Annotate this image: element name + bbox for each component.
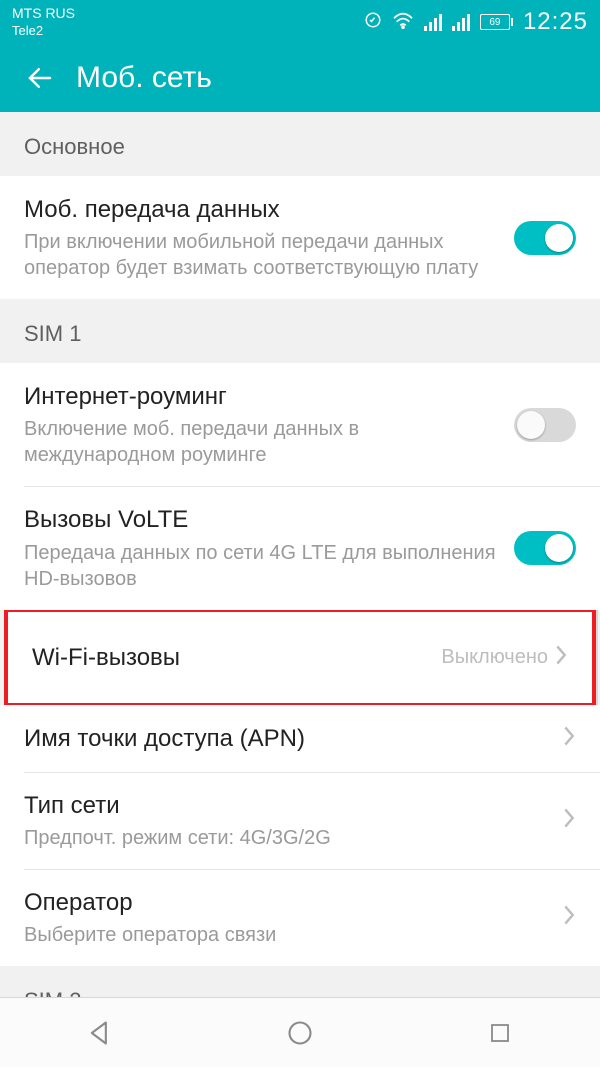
clock-text: 12:25: [523, 8, 588, 36]
section-header-main: Основное: [0, 112, 600, 176]
row-subtitle: Предпочт. режим сети: 4G/3G/2G: [24, 825, 548, 851]
signal-bars-1-icon: [424, 13, 442, 31]
row-title: Wi-Fi-вызовы: [32, 642, 427, 673]
chevron-right-icon: [554, 644, 568, 671]
wifi-icon: [392, 11, 414, 34]
mobile-data-toggle[interactable]: [514, 221, 576, 255]
system-nav-bar: [0, 997, 600, 1067]
carrier-1: MTS RUS: [12, 5, 75, 21]
row-title: Тип сети: [24, 790, 548, 821]
row-roaming[interactable]: Интернет-роуминг Включение моб. передачи…: [0, 363, 600, 486]
row-wifi-calling[interactable]: Wi-Fi-вызовы Выключено: [8, 612, 592, 703]
row-apn[interactable]: Имя точки доступа (APN): [0, 705, 600, 772]
row-title: Оператор: [24, 887, 548, 918]
nav-recents-button[interactable]: [482, 1015, 518, 1051]
highlight-annotation: Wi-Fi-вызовы Выключено: [4, 608, 596, 707]
row-subtitle: Включение моб. передачи данных в междуна…: [24, 416, 500, 468]
status-bar: MTS RUS Tele2 69 12:25: [0, 0, 600, 44]
row-title: Моб. передача данных: [24, 194, 500, 225]
row-mobile-data[interactable]: Моб. передача данных При включении мобил…: [0, 176, 600, 299]
sync-icon: [364, 11, 382, 34]
section-header-sim2: SIM 2: [0, 966, 600, 997]
carrier-2: Tele2: [12, 24, 75, 38]
row-subtitle: Передача данных по сети 4G LTE для выпол…: [24, 540, 500, 592]
row-operator[interactable]: Оператор Выберите оператора связи: [0, 869, 600, 966]
row-network-type[interactable]: Тип сети Предпочт. режим сети: 4G/3G/2G: [0, 772, 600, 869]
nav-back-button[interactable]: [82, 1015, 118, 1051]
signal-bars-2-icon: [452, 13, 470, 31]
nav-home-button[interactable]: [282, 1015, 318, 1051]
page-title: Моб. сеть: [76, 61, 212, 95]
battery-icon: 69: [480, 14, 513, 30]
row-title: Интернет-роуминг: [24, 381, 500, 412]
chevron-right-icon: [562, 725, 576, 752]
app-bar: Моб. сеть: [0, 44, 600, 112]
row-title: Вызовы VoLTE: [24, 504, 500, 535]
back-button[interactable]: [20, 58, 60, 98]
settings-list: Основное Моб. передача данных При включе…: [0, 112, 600, 997]
battery-pct: 69: [489, 17, 500, 28]
row-volte[interactable]: Вызовы VoLTE Передача данных по сети 4G …: [0, 486, 600, 609]
section-header-sim1: SIM 1: [0, 299, 600, 363]
row-value: Выключено: [441, 646, 548, 669]
row-title: Имя точки доступа (APN): [24, 723, 548, 754]
chevron-right-icon: [562, 807, 576, 834]
row-subtitle: При включении мобильной передачи данных …: [24, 229, 500, 281]
volte-toggle[interactable]: [514, 531, 576, 565]
chevron-right-icon: [562, 904, 576, 931]
row-subtitle: Выберите оператора связи: [24, 922, 548, 948]
roaming-toggle[interactable]: [514, 408, 576, 442]
